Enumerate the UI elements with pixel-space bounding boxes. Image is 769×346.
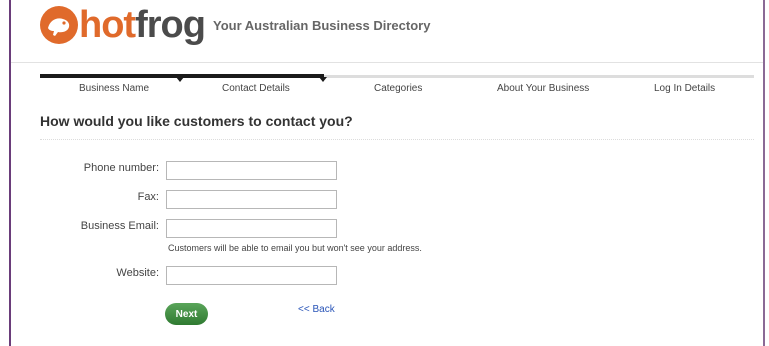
logo-text-hot: hot <box>79 4 136 46</box>
back-link[interactable]: << Back <box>298 304 335 315</box>
right-border <box>763 0 765 346</box>
step-log-in-details: Log In Details <box>654 83 716 94</box>
fax-input[interactable] <box>166 190 337 209</box>
logo-text-frog: frog <box>135 4 206 46</box>
email-input[interactable] <box>166 219 337 238</box>
step-categories: Categories <box>374 83 423 94</box>
hotfrog-logo[interactable]: hot frog <box>40 4 206 46</box>
email-label: Business Email: <box>80 220 159 232</box>
step-about-your-business: About Your Business <box>497 83 590 94</box>
title-divider <box>40 139 754 140</box>
progress-marker-step-2 <box>319 77 327 82</box>
email-helper-text: Customers will be able to email you but … <box>168 243 422 253</box>
page: hot frog Your Australian Business Direct… <box>0 0 769 346</box>
header-divider <box>11 62 763 63</box>
page-title: How would you like customers to contact … <box>40 113 353 129</box>
step-contact-details: Contact Details <box>222 83 290 94</box>
frog-logo-icon <box>40 6 78 44</box>
phone-input[interactable] <box>166 161 337 180</box>
next-button[interactable]: Next <box>165 303 208 325</box>
step-business-name: Business Name <box>79 83 150 94</box>
phone-label: Phone number: <box>83 162 159 174</box>
progress-marker-step-1 <box>176 77 184 82</box>
site-tagline: Your Australian Business Directory <box>213 18 431 33</box>
website-input[interactable] <box>166 266 337 285</box>
fax-label: Fax: <box>137 191 159 203</box>
website-label: Website: <box>116 267 159 279</box>
